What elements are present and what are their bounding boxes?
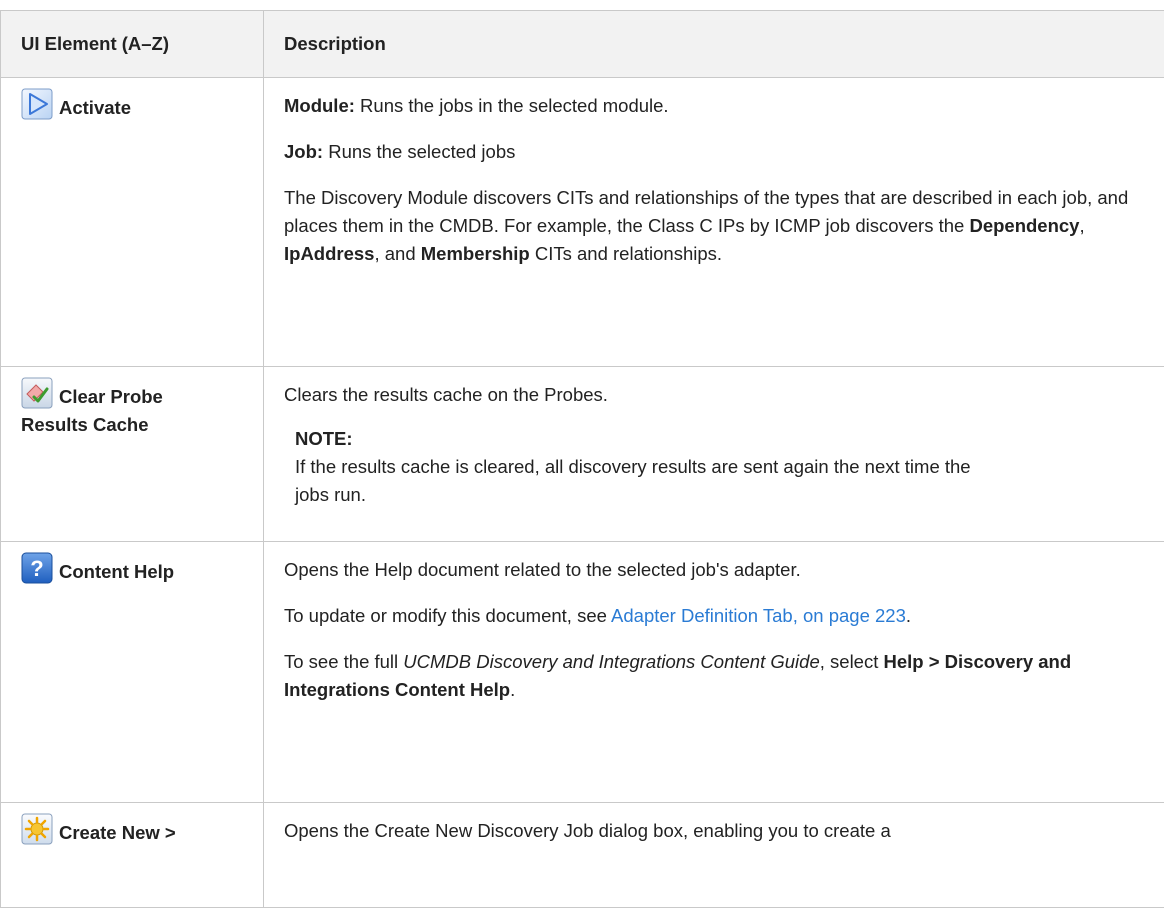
element-cell: Create New > [1,803,264,908]
table-row: ? Content Help Opens the Help document r… [1,542,1164,803]
description-paragraph: Clears the results cache on the Probes. [284,381,1154,409]
element-name: Activate [59,97,131,118]
description-paragraph: Job: Runs the selected jobs [284,138,1154,166]
description-paragraph: Module: Runs the jobs in the selected mo… [284,92,1154,120]
element-cell: Activate [1,78,264,367]
clear-cache-icon [21,377,53,409]
description-paragraph: The Discovery Module discovers CITs and … [284,184,1154,268]
svg-text:?: ? [30,556,43,581]
activate-icon [21,88,53,120]
element-name: Content Help [59,561,174,582]
element-cell: Clear Probe Results Cache [1,367,264,542]
element-cell: ? Content Help [1,542,264,803]
element-name: Results Cache [21,414,149,435]
description-cell: Opens the Help document related to the s… [264,542,1164,803]
header-description: Description [264,11,1164,78]
help-icon: ? [21,552,53,584]
description-paragraph: Opens the Create New Discovery Job dialo… [284,817,1154,845]
table-row: Activate Module: Runs the jobs in the se… [1,78,1164,367]
description-paragraph: To see the full UCMDB Discovery and Inte… [284,648,1154,704]
description-paragraph: To update or modify this document, see A… [284,602,1154,630]
header-ui-element: UI Element (A–Z) [1,11,264,78]
ui-elements-table: UI Element (A–Z) Description [0,10,1164,908]
table-header-row: UI Element (A–Z) Description [1,11,1164,78]
note-label: NOTE: [295,425,1154,453]
element-name: Clear Probe [59,386,163,407]
description-cell: Clears the results cache on the Probes. … [264,367,1164,542]
create-new-icon [21,813,53,845]
description-paragraph: Opens the Help document related to the s… [284,556,1154,584]
adapter-definition-tab-link[interactable]: Adapter Definition Tab, on page 223 [611,605,906,626]
note-text: If the results cache is cleared, all dis… [295,453,975,509]
note-block: NOTE: If the results cache is cleared, a… [295,423,1154,509]
description-cell: Opens the Create New Discovery Job dialo… [264,803,1164,908]
element-name: Create New > [59,822,176,843]
table-row: Create New > Opens the Create New Discov… [1,803,1164,908]
description-cell: Module: Runs the jobs in the selected mo… [264,78,1164,367]
table-row: Clear Probe Results Cache Clears the res… [1,367,1164,542]
